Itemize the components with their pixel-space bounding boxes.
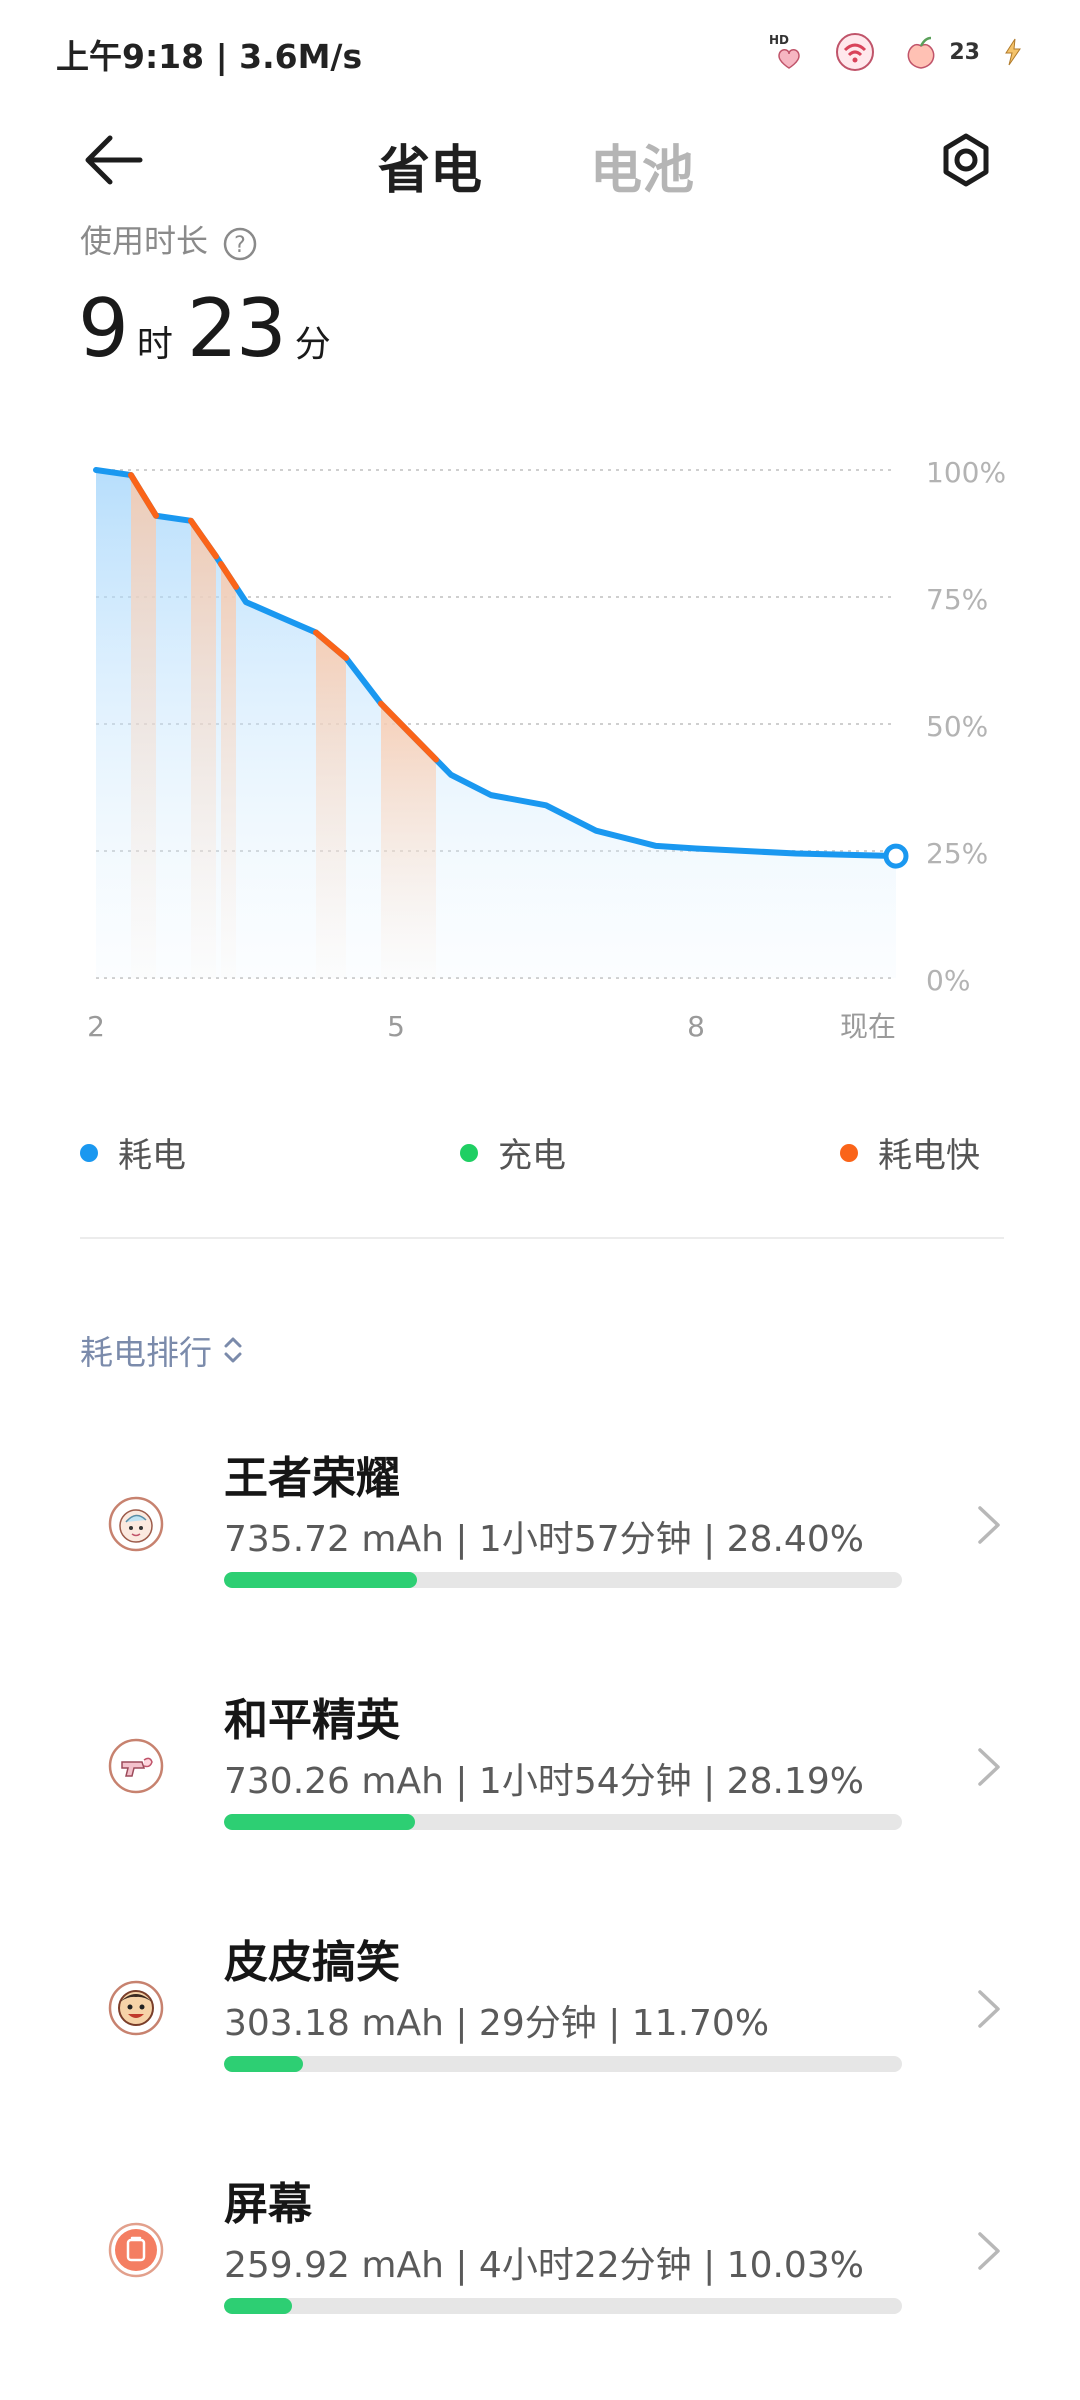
- x-tick-label: 现在: [840, 1010, 896, 1043]
- usage-minutes: 23: [186, 282, 287, 375]
- y-tick-label: 50%: [926, 710, 988, 743]
- chevron-right-icon: [978, 1506, 1000, 1544]
- fast-drain-band: [316, 632, 346, 978]
- usage-hours: 9: [78, 282, 129, 375]
- app-detail: 730.26 mAh | 1小时54分钟 | 28.19%: [224, 1761, 864, 1802]
- tab-battery[interactable]: 电池: [590, 128, 694, 203]
- chevron-right-icon: [978, 2232, 1000, 2270]
- legend-label-drain: 耗电: [118, 1136, 186, 1176]
- peacekeeper-elite-icon: [108, 1738, 164, 1794]
- usage-hours-unit: 时: [136, 324, 173, 365]
- y-tick-label: 25%: [926, 837, 988, 870]
- legend-dot-charge: [460, 1143, 478, 1162]
- divider: [80, 1237, 1004, 1239]
- svg-text:HD: HD: [769, 33, 789, 47]
- hd-heart-icon: HD: [769, 33, 801, 69]
- peach-battery-icon: [907, 36, 935, 69]
- x-tick-label: 8: [687, 1010, 705, 1043]
- usage-bar-fill: [224, 1814, 416, 1830]
- fast-drain-band: [221, 563, 236, 978]
- help-icon[interactable]: ?: [222, 226, 258, 262]
- list-item-honor-of-kings[interactable]: 王者荣耀 735.72 mAh | 1小时57分钟 | 28.40%: [0, 1412, 1080, 1612]
- legend-label-fast-drain: 耗电快: [878, 1136, 980, 1176]
- svg-text:?: ?: [234, 233, 246, 258]
- y-tick-label: 0%: [926, 964, 970, 997]
- chart-legend: 耗电 充电 耗电快: [0, 1120, 1080, 1180]
- app-detail: 303.18 mAh | 29分钟 | 11.70%: [224, 2003, 770, 2044]
- app-name: 和平精英: [224, 1695, 400, 1746]
- usage-duration-label: 使用时长 ?: [80, 222, 258, 262]
- tab-power-saving[interactable]: 省电: [378, 128, 482, 203]
- legend-dot-drain: [80, 1143, 98, 1162]
- usage-bar-track: [224, 1572, 902, 1588]
- list-item-peacekeeper-elite[interactable]: 和平精英 730.26 mAh | 1小时54分钟 | 28.19%: [0, 1654, 1080, 1854]
- app-name: 皮皮搞笑: [224, 1937, 400, 1988]
- status-bar: 上午9:18 | 3.6M/s HD 23: [0, 0, 1080, 100]
- status-time-speed: 上午9:18 | 3.6M/s: [56, 37, 363, 76]
- battery-chart: 100% 75% 50% 25% 0% 2 5 8 现在: [0, 440, 1080, 1080]
- app-name: 屏幕: [224, 2179, 312, 2230]
- y-tick-label: 100%: [926, 456, 1006, 489]
- legend-dot-fast-drain: [840, 1143, 858, 1162]
- y-tick-label: 75%: [926, 583, 988, 616]
- x-tick-label: 2: [87, 1010, 105, 1043]
- app-name: 王者荣耀: [224, 1453, 400, 1504]
- legend-item-fast-drain: 耗电快: [840, 1128, 980, 1177]
- screen-icon: [108, 2222, 164, 2278]
- list-item-screen[interactable]: 屏幕 259.92 mAh | 4小时22分钟 | 10.03%: [0, 2138, 1080, 2338]
- usage-bar-fill: [224, 1572, 417, 1588]
- usage-bar-track: [224, 1814, 902, 1830]
- usage-duration: 9 时 23 分: [78, 282, 345, 375]
- ranking-sort-toggle[interactable]: 耗电排行: [80, 1326, 244, 1374]
- top-header: 省电 电池: [0, 110, 1080, 210]
- fast-drain-band: [381, 703, 436, 978]
- x-tick-label: 5: [387, 1010, 405, 1043]
- arrow-left-icon[interactable]: [80, 130, 150, 190]
- legend-item-charge: 充电: [460, 1128, 566, 1177]
- sort-updown-icon: [224, 1337, 242, 1363]
- fast-drain-band: [131, 475, 156, 978]
- usage-bar-fill: [224, 2056, 304, 2072]
- gear-icon[interactable]: [938, 130, 994, 190]
- legend-label-charge: 充电: [498, 1136, 566, 1176]
- legend-item-drain: 耗电: [80, 1128, 186, 1177]
- ranking-title: 耗电排行: [80, 1333, 212, 1372]
- status-icons: HD 23: [767, 30, 1024, 74]
- wifi-sticker-icon: [836, 33, 875, 71]
- list-item-pipi-funny[interactable]: 皮皮搞笑 303.18 mAh | 29分钟 | 11.70%: [0, 1896, 1080, 2096]
- chevron-right-icon: [978, 1990, 1000, 2028]
- pipi-funny-icon: [108, 1980, 164, 2036]
- current-level-marker: [883, 843, 909, 869]
- battery-level-chart-svg: 100% 75% 50% 25% 0% 2 5 8 现在: [87, 456, 1006, 1043]
- app-detail: 259.92 mAh | 4小时22分钟 | 10.03%: [224, 2245, 864, 2286]
- usage-bar-track: [224, 2298, 902, 2314]
- usage-bar-fill: [224, 2298, 292, 2314]
- fast-drain-band: [191, 520, 216, 978]
- usage-minutes-unit: 分: [294, 324, 331, 365]
- battery-level: 23: [949, 39, 980, 65]
- usage-bar-track: [224, 2056, 902, 2072]
- app-detail: 735.72 mAh | 1小时57分钟 | 28.40%: [224, 1519, 864, 1560]
- honor-of-kings-icon: [108, 1496, 164, 1552]
- lightning-icon: [1005, 38, 1021, 66]
- chevron-right-icon: [978, 1748, 1000, 1786]
